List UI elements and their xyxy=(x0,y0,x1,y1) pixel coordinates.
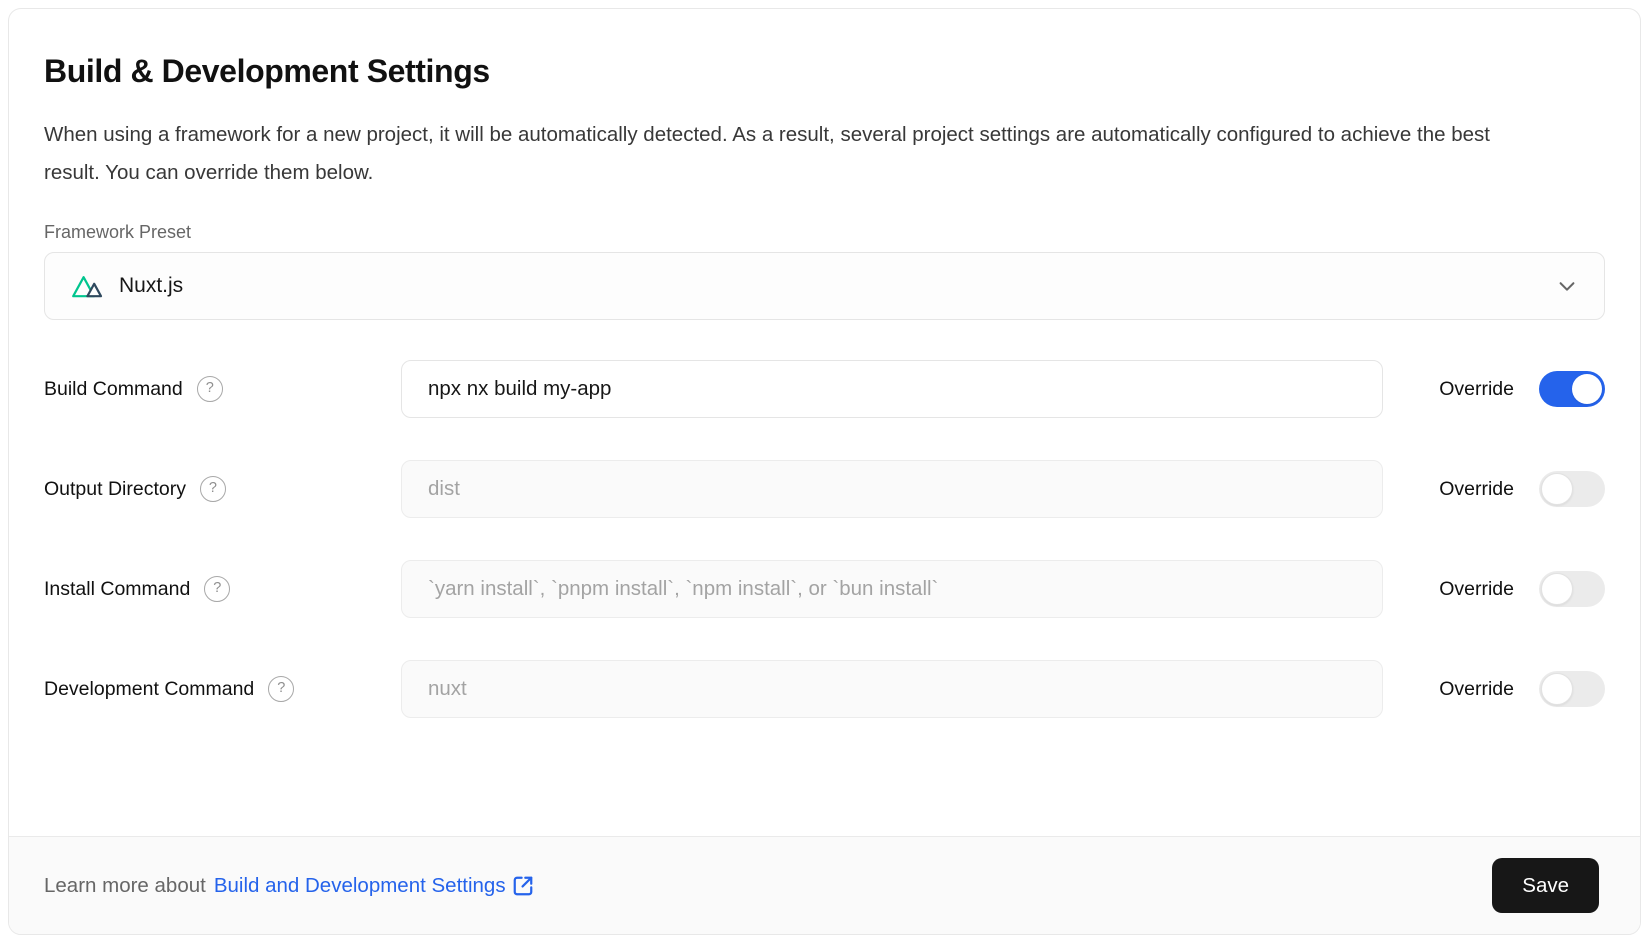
framework-preset-label: Framework Preset xyxy=(44,222,1605,243)
install-command-input xyxy=(401,560,1383,618)
build-settings-card: Build & Development Settings When using … xyxy=(8,8,1641,935)
chevron-down-icon xyxy=(1556,275,1578,297)
learn-more-prefix: Learn more about xyxy=(44,874,206,898)
output-directory-input xyxy=(401,460,1383,518)
toggle-knob xyxy=(1541,673,1573,705)
output-directory-override-toggle[interactable] xyxy=(1539,471,1605,507)
card-body: Build & Development Settings When using … xyxy=(9,9,1640,836)
install-command-label: Install Command xyxy=(44,578,190,601)
learn-more-text: Learn more about Build and Development S… xyxy=(44,874,534,898)
settings-rows: Build Command ? Override Output Director… xyxy=(44,360,1605,718)
external-link-icon xyxy=(512,875,534,897)
toggle-knob xyxy=(1541,573,1573,605)
output-directory-label: Output Directory xyxy=(44,478,186,501)
override-label: Override xyxy=(1439,578,1514,601)
build-command-label: Build Command xyxy=(44,378,183,401)
framework-preset-select[interactable]: Nuxt.js xyxy=(44,252,1605,320)
build-command-override-toggle[interactable] xyxy=(1539,371,1605,407)
help-icon[interactable]: ? xyxy=(200,476,226,502)
build-command-row: Build Command ? Override xyxy=(44,360,1605,418)
install-command-override-toggle[interactable] xyxy=(1539,571,1605,607)
settings-description: When using a framework for a new project… xyxy=(44,116,1504,192)
build-settings-docs-link[interactable]: Build and Development Settings xyxy=(214,874,534,898)
toggle-knob xyxy=(1541,473,1573,505)
override-label: Override xyxy=(1439,378,1514,401)
help-icon[interactable]: ? xyxy=(197,376,223,402)
override-label: Override xyxy=(1439,478,1514,501)
build-command-input[interactable] xyxy=(401,360,1383,418)
docs-link-label: Build and Development Settings xyxy=(214,874,506,898)
help-icon[interactable]: ? xyxy=(204,576,230,602)
framework-preset-value: Nuxt.js xyxy=(119,274,183,298)
toggle-knob xyxy=(1572,374,1602,404)
development-command-input xyxy=(401,660,1383,718)
override-label: Override xyxy=(1439,678,1514,701)
card-footer: Learn more about Build and Development S… xyxy=(9,836,1640,934)
output-directory-row: Output Directory ? Override xyxy=(44,460,1605,518)
development-command-override-toggle[interactable] xyxy=(1539,671,1605,707)
help-icon[interactable]: ? xyxy=(268,676,294,702)
nuxt-logo-icon xyxy=(71,273,105,299)
save-button[interactable]: Save xyxy=(1492,858,1599,913)
page-title: Build & Development Settings xyxy=(44,53,1605,90)
development-command-label: Development Command xyxy=(44,678,254,701)
development-command-row: Development Command ? Override xyxy=(44,660,1605,718)
install-command-row: Install Command ? Override xyxy=(44,560,1605,618)
